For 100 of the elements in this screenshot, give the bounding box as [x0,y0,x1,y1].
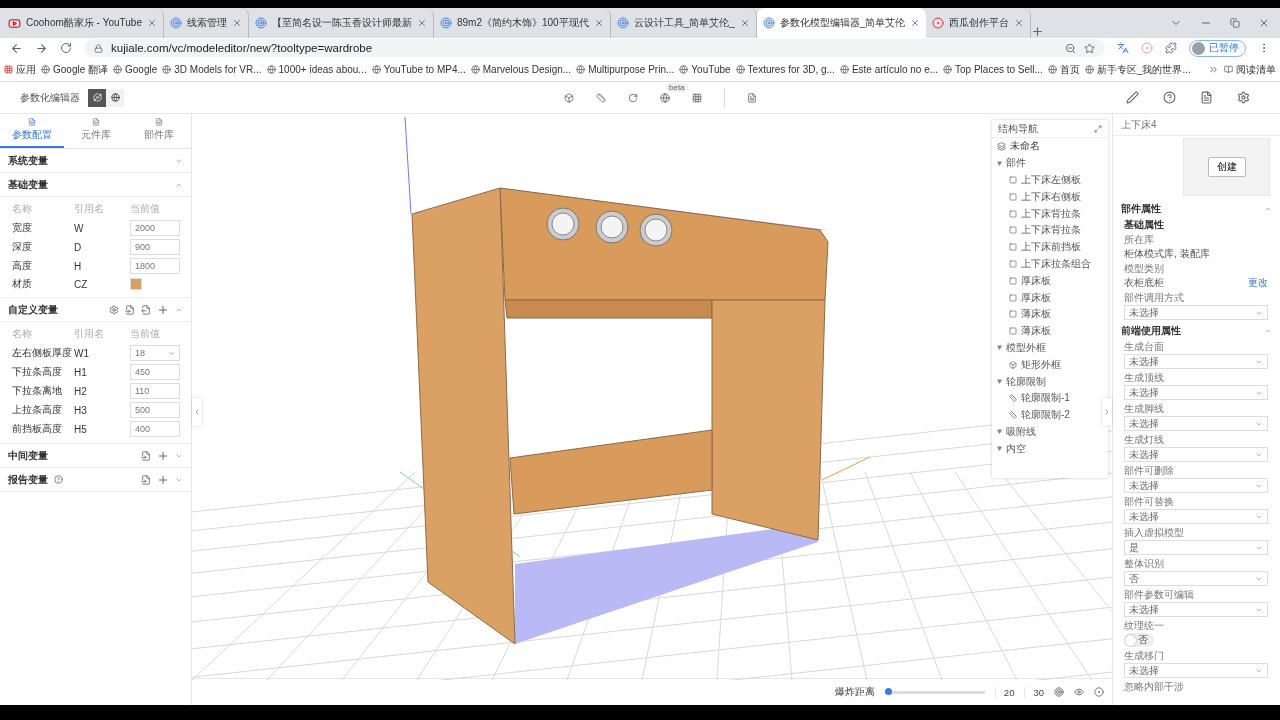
add-icon[interactable] [157,303,169,316]
cube-icon[interactable] [564,92,574,103]
help-icon[interactable] [1163,91,1176,104]
value-field[interactable]: 2000 [130,220,180,236]
eye-icon[interactable] [1074,687,1084,697]
expand-right-handle[interactable] [1102,398,1112,426]
ring-icon[interactable] [1141,42,1153,54]
toggle-switch[interactable]: 否 [1124,633,1154,647]
ruler-icon[interactable] [596,92,606,103]
puzzle-icon[interactable] [1165,42,1177,54]
select-field[interactable]: 未选择 [1124,602,1268,617]
distance-value[interactable]: 20 [994,686,1015,698]
tree-item[interactable]: 未命名 [1010,139,1040,154]
import-icon[interactable] [141,474,151,485]
bookmark[interactable]: 3D Models for VR... [162,64,262,75]
select-field[interactable]: 未选择 [1124,478,1268,493]
document-icon[interactable] [747,92,757,103]
expand-left-handle[interactable] [192,398,202,426]
browser-tab[interactable]: 参数化模型编辑器_简单艾伦 [756,8,927,38]
export-icon[interactable] [141,304,151,315]
select-field[interactable]: 否 [1124,571,1268,586]
chevrons-icon[interactable] [1208,64,1219,75]
help-icon[interactable] [54,475,63,484]
select-field[interactable]: 未选择 [1124,447,1268,462]
value-field[interactable]: 110 [130,383,180,399]
tree-item[interactable]: 内空 [1006,441,1026,456]
tree-item[interactable]: 厚床板 [1021,273,1051,288]
collapse-icon[interactable] [1094,124,1102,133]
select-field[interactable]: 未选择 [1124,305,1268,320]
tree-item[interactable]: 上下床前挡板 [1021,240,1081,255]
forward-icon[interactable] [35,41,48,55]
globe-mode-button[interactable] [106,88,124,107]
select-field[interactable]: 未选择 [1124,354,1268,369]
close-icon[interactable] [232,18,242,28]
caret-icon[interactable] [997,446,1002,452]
close-icon[interactable] [1258,17,1270,29]
settings-icon[interactable] [1237,91,1250,104]
bookmark[interactable]: 首页 [1047,62,1080,77]
slider-thumb[interactable] [884,688,892,695]
material-swatch[interactable] [130,278,142,290]
value-field[interactable]: 1800 [130,258,180,274]
select-field[interactable]: 未选择 [1124,385,1268,400]
select-field[interactable]: 未选择 [1124,663,1268,678]
reading-list[interactable]: 阅读清单 [1224,62,1276,77]
panel-tab[interactable]: 参数配置 [0,114,64,148]
select-field[interactable]: 是 [1124,540,1268,555]
tree-item[interactable]: 吸附线 [1006,424,1036,439]
tree-item[interactable]: 轮廓限制-1 [1021,391,1070,406]
close-icon[interactable] [910,18,921,28]
globe-icon[interactable] [660,92,670,103]
explode-slider[interactable] [884,690,985,694]
bookmark[interactable]: Textures for 3D, g... [735,64,835,75]
apps-link[interactable]: 应用 [4,62,36,77]
import-icon[interactable] [125,304,135,315]
value-select[interactable]: 18 [130,345,180,361]
close-icon[interactable] [593,18,604,28]
tree-item[interactable]: 部件 [1006,156,1026,171]
new-tab-icon[interactable] [1031,25,1045,38]
caret-icon[interactable] [1264,327,1272,335]
caret-icon[interactable] [997,345,1002,351]
address-bar[interactable]: kujiale.com/vc/modeleditor/new?tooltype=wardrobe [84,39,1105,57]
select-field[interactable]: 未选择 [1124,416,1268,431]
tree-item[interactable]: 轮廓限制 [1006,374,1046,389]
tree-item[interactable]: 矩形外框 [1021,357,1061,372]
value-field[interactable]: 500 [130,402,180,418]
tree-item[interactable]: 厚床板 [1021,290,1051,305]
bookmark[interactable]: Multipurpose Prin... [576,64,675,75]
tree-item[interactable]: 上下床背拉条 [1021,206,1081,221]
target-icon[interactable] [1054,687,1064,697]
tree-item[interactable]: 上下床背拉条 [1021,223,1081,238]
bookmark[interactable]: YouTube to MP4... [371,64,466,75]
fork-mode-button[interactable] [88,88,106,107]
bookmark[interactable]: 新手专区_我的世界... [1084,62,1191,77]
caret-icon[interactable] [1264,205,1272,213]
tree-item[interactable]: 薄床板 [1021,307,1051,322]
select-field[interactable]: 未选择 [1124,509,1268,524]
pen-icon[interactable] [1126,91,1139,104]
close-icon[interactable] [147,18,157,28]
tree-item[interactable]: 上下床左侧板 [1021,173,1081,187]
star-icon[interactable] [1084,42,1095,54]
caret-icon[interactable] [997,160,1002,166]
bookmark[interactable]: Top Places to Sell... [943,64,1043,75]
add-icon[interactable] [157,473,169,486]
tree-item[interactable]: 薄床板 [1021,324,1051,339]
tree-item[interactable]: 上下床右侧板 [1021,189,1081,204]
bookmark[interactable]: Marvelous Design... [470,64,572,75]
create-button[interactable]: 创建 [1207,157,1246,177]
panel-tab[interactable]: 元件库 [63,114,128,148]
close-icon[interactable] [417,18,427,28]
document-icon[interactable] [1200,91,1213,104]
value-field[interactable]: 450 [130,364,180,380]
change-link[interactable]: 更改 [1248,276,1268,289]
grid-icon[interactable] [692,92,702,103]
close-icon[interactable] [739,18,750,28]
value-field[interactable]: 900 [130,239,180,255]
reload-icon[interactable] [60,42,72,54]
settings-icon[interactable] [109,304,119,315]
panel-tab[interactable]: 部件库 [127,114,191,148]
bookmark[interactable]: YouTube [679,64,731,75]
value-field[interactable]: 400 [130,421,180,437]
